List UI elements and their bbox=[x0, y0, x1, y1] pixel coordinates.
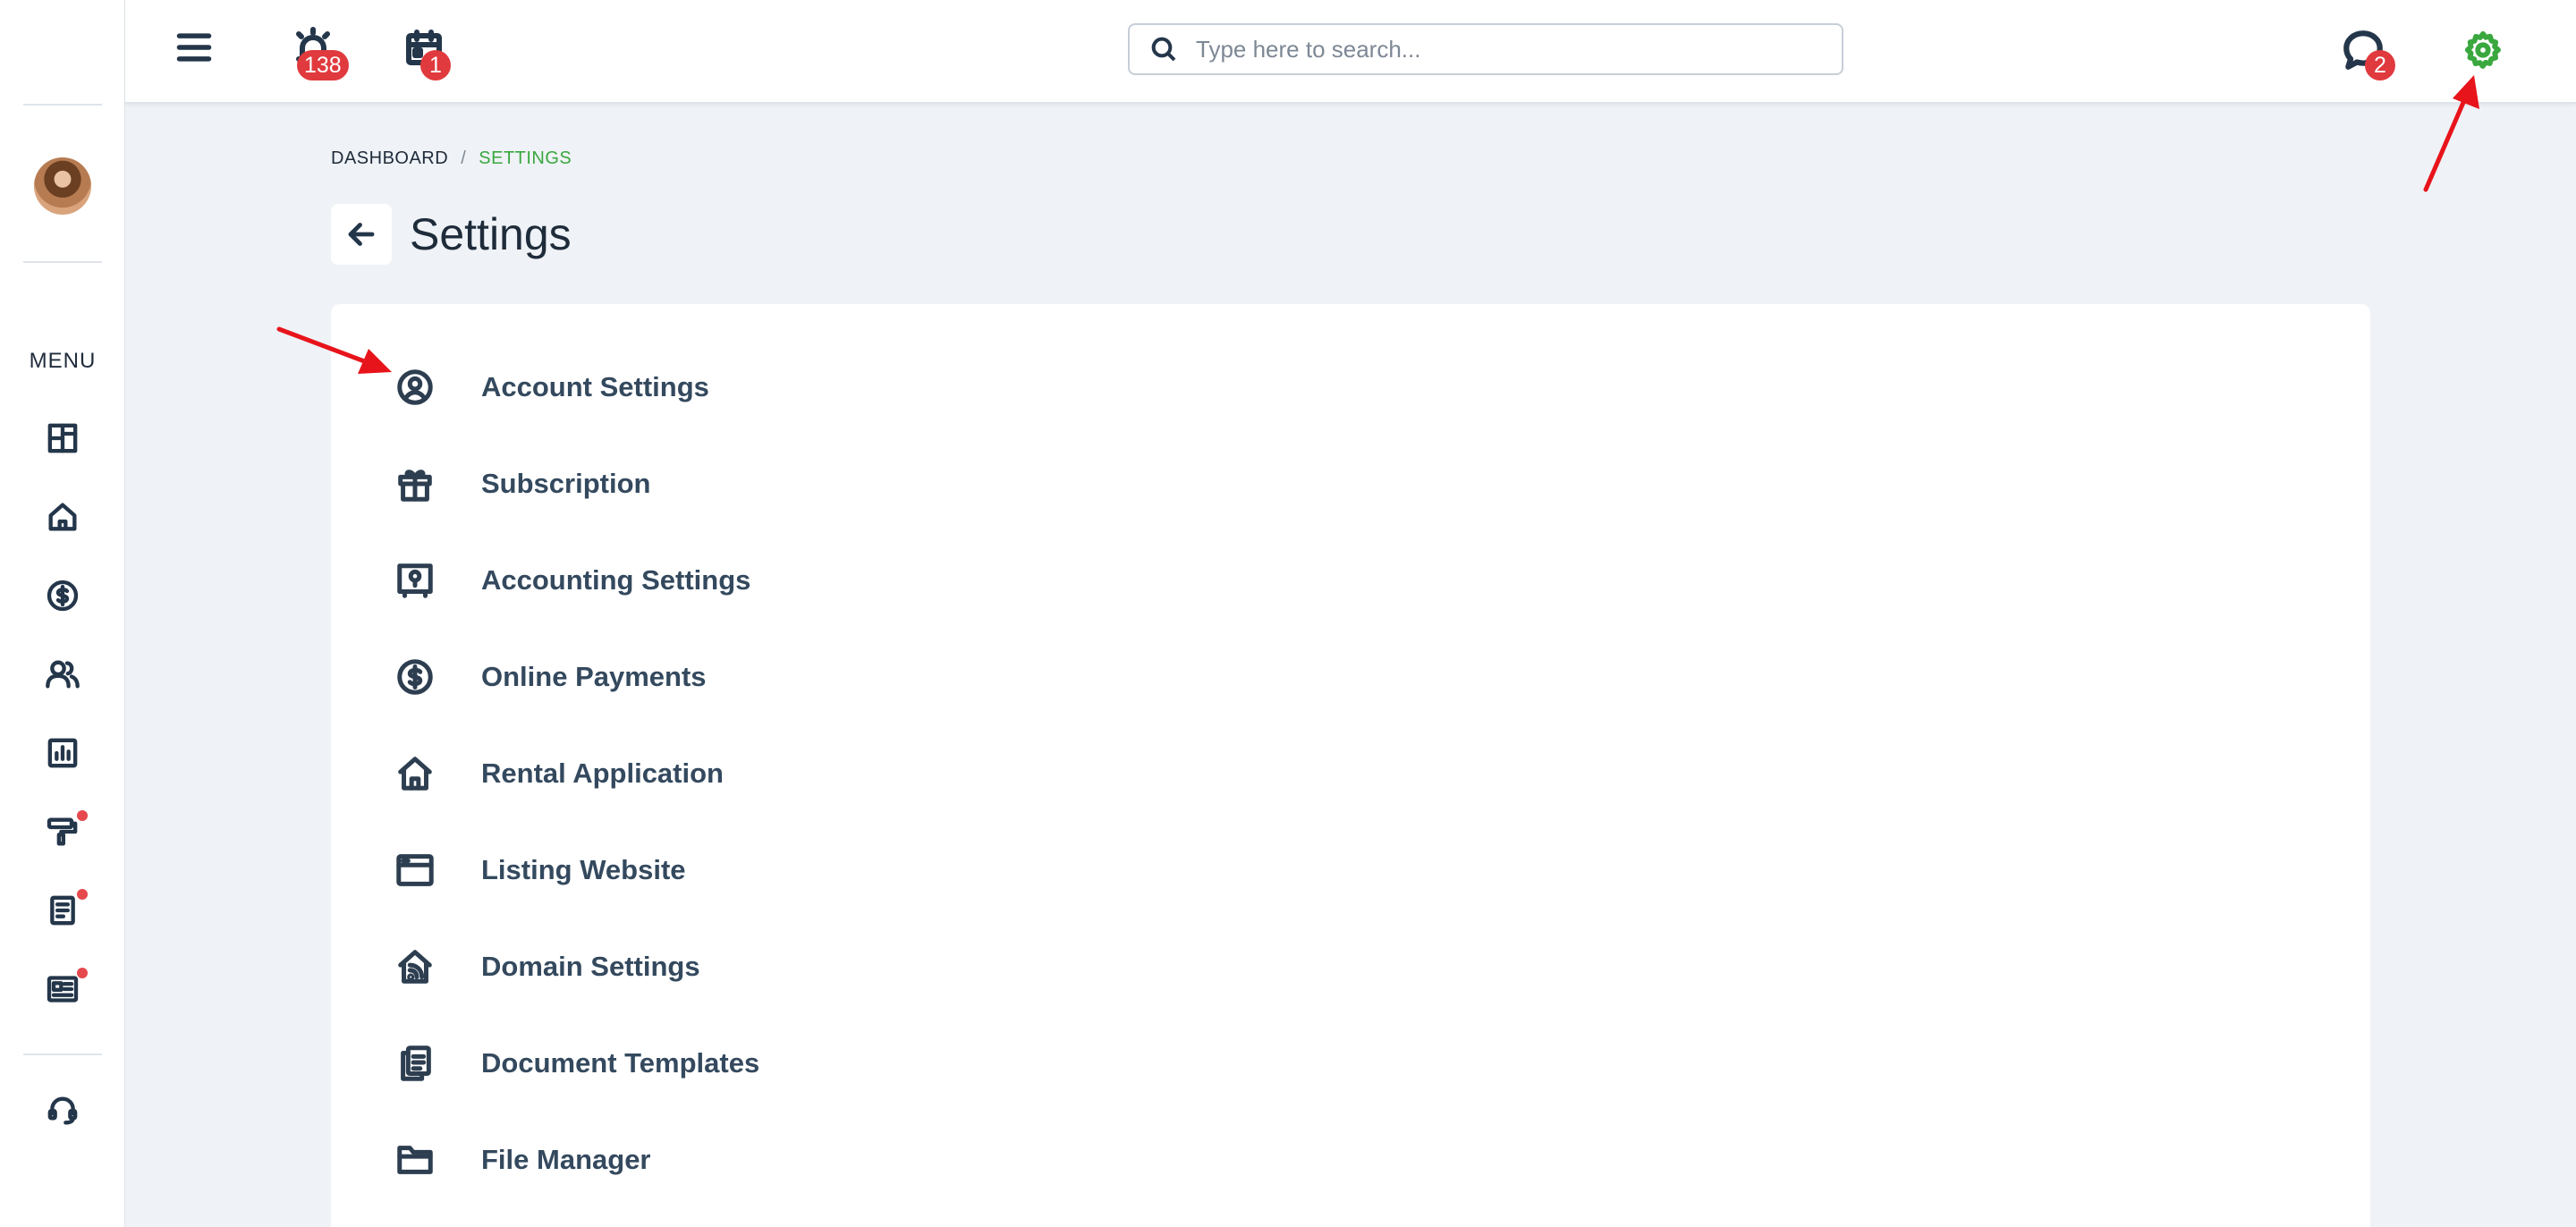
listing-icon[interactable] bbox=[39, 966, 88, 1012]
settings-item-file-manager[interactable]: File Manager bbox=[394, 1129, 2272, 1191]
browser-icon bbox=[394, 849, 436, 892]
avatar[interactable] bbox=[34, 157, 91, 215]
sidebar: MENU bbox=[0, 0, 125, 1227]
settings-item-label: Domain Settings bbox=[481, 951, 700, 982]
sidebar-divider bbox=[23, 1054, 102, 1055]
settings-item-account[interactable]: Account Settings bbox=[394, 356, 2272, 419]
users-icon[interactable] bbox=[39, 651, 86, 698]
settings-gear-icon[interactable] bbox=[2456, 23, 2510, 77]
dashboard-icon[interactable] bbox=[39, 415, 86, 461]
notification-dot bbox=[77, 968, 88, 978]
settings-item-online-payments[interactable]: Online Payments bbox=[394, 646, 2272, 708]
settings-item-rental-application[interactable]: Rental Application bbox=[394, 742, 2272, 805]
settings-item-document-templates[interactable]: Document Templates bbox=[394, 1032, 2272, 1095]
chat-icon[interactable]: 2 bbox=[2336, 23, 2395, 80]
folder-icon bbox=[394, 1138, 436, 1181]
breadcrumb-separator: / bbox=[461, 148, 467, 168]
settings-item-subscription[interactable]: Subscription bbox=[394, 453, 2272, 515]
dollar-circle-icon bbox=[394, 656, 436, 698]
breadcrumb: DASHBOARD / SETTINGS bbox=[331, 148, 572, 169]
search-box[interactable] bbox=[1128, 23, 1843, 75]
house-signal-icon bbox=[394, 945, 436, 988]
settings-item-label: Account Settings bbox=[481, 371, 709, 402]
user-circle-icon bbox=[394, 366, 436, 409]
settings-item-label: Accounting Settings bbox=[481, 564, 751, 596]
breadcrumb-dashboard[interactable]: DASHBOARD bbox=[331, 148, 448, 168]
settings-item-accounting[interactable]: Accounting Settings bbox=[394, 549, 2272, 612]
settings-item-listing-website[interactable]: Listing Website bbox=[394, 839, 2272, 901]
page-title: Settings bbox=[410, 209, 572, 259]
house-icon bbox=[394, 752, 436, 795]
settings-item-label: Listing Website bbox=[481, 854, 686, 885]
report-icon[interactable] bbox=[39, 730, 86, 776]
search-icon bbox=[1151, 37, 1176, 62]
topbar: 138 1 2 bbox=[125, 0, 2576, 104]
home-icon[interactable] bbox=[39, 494, 86, 540]
settings-item-domain[interactable]: Domain Settings bbox=[394, 935, 2272, 998]
settings-item-label: Document Templates bbox=[481, 1047, 760, 1079]
chat-badge: 2 bbox=[2365, 50, 2395, 80]
settings-item-label: Subscription bbox=[481, 468, 651, 499]
notification-dot bbox=[77, 810, 88, 821]
hamburger-menu-icon[interactable] bbox=[170, 23, 218, 72]
document-icon[interactable] bbox=[39, 887, 88, 934]
back-button[interactable] bbox=[331, 204, 392, 265]
settings-list-card: Account Settings Subscription Accounting… bbox=[331, 304, 2370, 1227]
settings-item-label: Rental Application bbox=[481, 757, 724, 789]
safe-icon bbox=[394, 559, 436, 602]
sidebar-divider bbox=[23, 104, 102, 106]
search-input[interactable] bbox=[1196, 35, 1804, 63]
dollar-icon[interactable] bbox=[39, 572, 86, 619]
headset-icon[interactable] bbox=[39, 1087, 86, 1134]
breadcrumb-settings: SETTINGS bbox=[479, 148, 572, 168]
calendar-icon[interactable]: 1 bbox=[397, 21, 451, 80]
sidebar-divider bbox=[23, 261, 102, 263]
gift-icon bbox=[394, 462, 436, 505]
calendar-badge: 1 bbox=[420, 50, 451, 80]
menu-label: MENU bbox=[29, 349, 97, 373]
alarm-icon[interactable]: 138 bbox=[286, 21, 349, 80]
settings-item-label: File Manager bbox=[481, 1144, 651, 1175]
alarm-badge: 138 bbox=[297, 50, 349, 80]
maintenance-icon[interactable] bbox=[39, 808, 88, 855]
notification-dot bbox=[77, 889, 88, 900]
settings-item-label: Online Payments bbox=[481, 661, 707, 692]
documents-icon bbox=[394, 1042, 436, 1085]
arrow-left-icon bbox=[348, 223, 375, 246]
